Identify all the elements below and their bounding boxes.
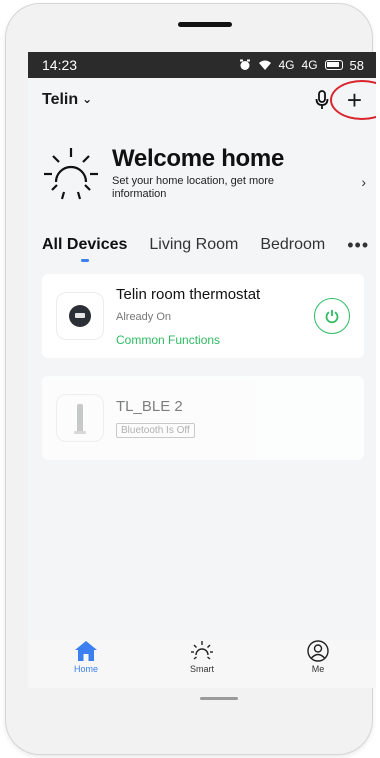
welcome-title: Welcome home bbox=[112, 145, 285, 172]
power-icon bbox=[325, 310, 339, 324]
nav-me-label: Me bbox=[311, 664, 325, 674]
bottom-nav: Home Smart Me bbox=[28, 640, 376, 688]
app-header: Telin ⌄ + bbox=[28, 78, 376, 122]
alarm-icon bbox=[239, 59, 250, 70]
app-screen: 14:23 4G 4G 58 Telin ⌄ + Welcome home Se… bbox=[28, 52, 376, 688]
mic-icon[interactable] bbox=[315, 90, 329, 110]
welcome-banner[interactable]: Welcome home Set your home location, get… bbox=[42, 138, 366, 208]
user-icon bbox=[307, 640, 329, 662]
chevron-down-icon: ⌄ bbox=[82, 92, 93, 106]
device-name: Telin room thermostat bbox=[116, 285, 261, 303]
power-button[interactable] bbox=[314, 298, 350, 334]
sun-icon bbox=[191, 641, 213, 660]
signal-1-label: 4G bbox=[278, 58, 295, 72]
bluetooth-status-badge: Bluetooth Is Off bbox=[116, 423, 195, 438]
welcome-text: Welcome home Set your home location, get… bbox=[112, 145, 355, 201]
room-tabs: All Devices Living Room Bedroom ••• bbox=[42, 228, 369, 262]
tab-all-devices[interactable]: All Devices bbox=[42, 236, 127, 262]
nav-smart[interactable]: Smart bbox=[167, 640, 237, 674]
device-card-ble[interactable]: TL_BLE 2 Bluetooth Is Off bbox=[42, 376, 364, 460]
home-name-label: Telin bbox=[42, 91, 79, 108]
device-info: TL_BLE 2 Bluetooth Is Off bbox=[116, 398, 350, 438]
sun-icon bbox=[44, 148, 98, 200]
status-icons: 4G 4G 58 bbox=[239, 57, 364, 73]
status-bar: 14:23 4G 4G 58 bbox=[28, 52, 376, 78]
home-selector[interactable]: Telin ⌄ bbox=[42, 91, 92, 109]
thermostat-icon bbox=[56, 292, 104, 340]
device-status: Already On bbox=[116, 310, 172, 323]
battery-icon bbox=[324, 60, 343, 70]
chevron-right-icon: › bbox=[361, 174, 366, 190]
phone-frame: 14:23 4G 4G 58 Telin ⌄ + Welcome home Se… bbox=[6, 4, 376, 754]
nav-home-label: Home bbox=[73, 664, 98, 674]
status-time: 14:23 bbox=[42, 57, 78, 73]
ble-device-icon bbox=[56, 394, 104, 442]
common-functions-link[interactable]: Common Functions bbox=[116, 333, 314, 347]
device-info: Telin room thermostat Already On Common … bbox=[116, 286, 314, 347]
battery-level: 58 bbox=[349, 57, 364, 73]
nav-home[interactable]: Home bbox=[51, 640, 121, 674]
tab-living-room[interactable]: Living Room bbox=[149, 236, 238, 254]
signal-2-label: 4G bbox=[301, 58, 318, 72]
more-icon[interactable]: ••• bbox=[347, 235, 369, 256]
nav-smart-label: Smart bbox=[189, 664, 214, 674]
device-name: TL_BLE 2 bbox=[116, 398, 183, 415]
home-icon bbox=[75, 641, 97, 661]
home-indicator[interactable] bbox=[200, 697, 238, 700]
device-card-thermostat[interactable]: Telin room thermostat Already On Common … bbox=[42, 274, 364, 358]
nav-me[interactable]: Me bbox=[283, 640, 353, 674]
tab-bedroom[interactable]: Bedroom bbox=[260, 236, 325, 254]
wifi-icon bbox=[258, 60, 271, 70]
welcome-subtitle: Set your home location, get more informa… bbox=[112, 175, 275, 200]
phone-speaker bbox=[178, 22, 232, 27]
